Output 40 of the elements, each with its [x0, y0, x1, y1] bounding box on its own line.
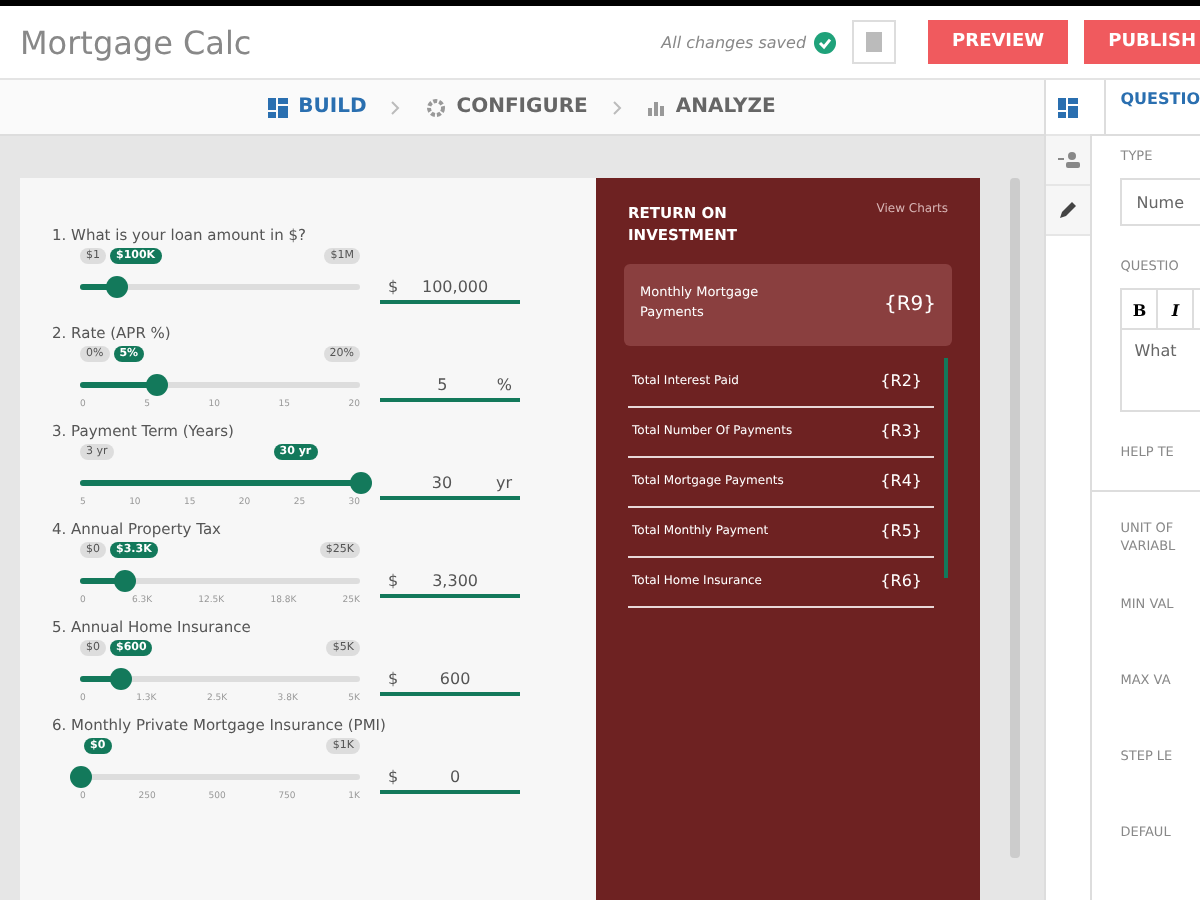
chevron-right-icon — [390, 99, 403, 115]
slider-thumb[interactable] — [114, 570, 137, 592]
result-token: {R3} — [880, 422, 922, 440]
side-tab[interactable] — [1046, 186, 1091, 236]
step-tab[interactable]: CONFIGURE — [426, 96, 588, 118]
settings-icon — [426, 97, 447, 117]
slider-thumb[interactable] — [350, 472, 372, 494]
number-field[interactable]: $ 100,000 — [380, 272, 520, 304]
slider-thumb[interactable] — [145, 374, 168, 396]
step-tab[interactable]: BUILD — [268, 96, 367, 118]
step-tab[interactable]: ANALYZE — [647, 96, 776, 118]
result-token: {R4} — [880, 472, 922, 490]
check-circle-icon — [814, 31, 837, 53]
result-token: {R2} — [880, 372, 922, 390]
slider-thumb[interactable] — [70, 766, 92, 788]
grid-icon — [268, 97, 289, 117]
bar-chart-icon — [647, 98, 666, 116]
editor-text: What — [1132, 340, 1179, 365]
number-field[interactable]: 5 % — [380, 370, 520, 402]
number-field[interactable]: $ 3,300 — [380, 566, 520, 598]
number-field[interactable]: 30 yr — [380, 468, 520, 500]
chevron-right-icon — [611, 99, 624, 115]
scrollbar[interactable] — [1010, 178, 1020, 858]
slider-thumb[interactable] — [109, 668, 132, 690]
type-select[interactable]: Nume — [1120, 178, 1200, 227]
pencil-icon — [1058, 200, 1079, 220]
number-field[interactable]: $ 600 — [380, 664, 520, 696]
result-token: {R5} — [880, 522, 922, 540]
scrollbar[interactable] — [944, 357, 948, 577]
app-title: Mortgage Calc — [20, 23, 254, 61]
save-status: All changes saved — [661, 33, 807, 51]
document-icon — [866, 32, 883, 52]
panel-title: QUESTIO — [1120, 90, 1200, 108]
text-editor[interactable]: B I What — [1120, 288, 1200, 413]
people-icon — [1057, 151, 1080, 169]
result-token: {R6} — [880, 572, 922, 590]
slider-thumb[interactable] — [106, 276, 129, 298]
grid-icon — [1058, 98, 1079, 118]
number-field[interactable]: $ 0 — [380, 762, 520, 794]
result-token: {R9} — [883, 293, 936, 315]
